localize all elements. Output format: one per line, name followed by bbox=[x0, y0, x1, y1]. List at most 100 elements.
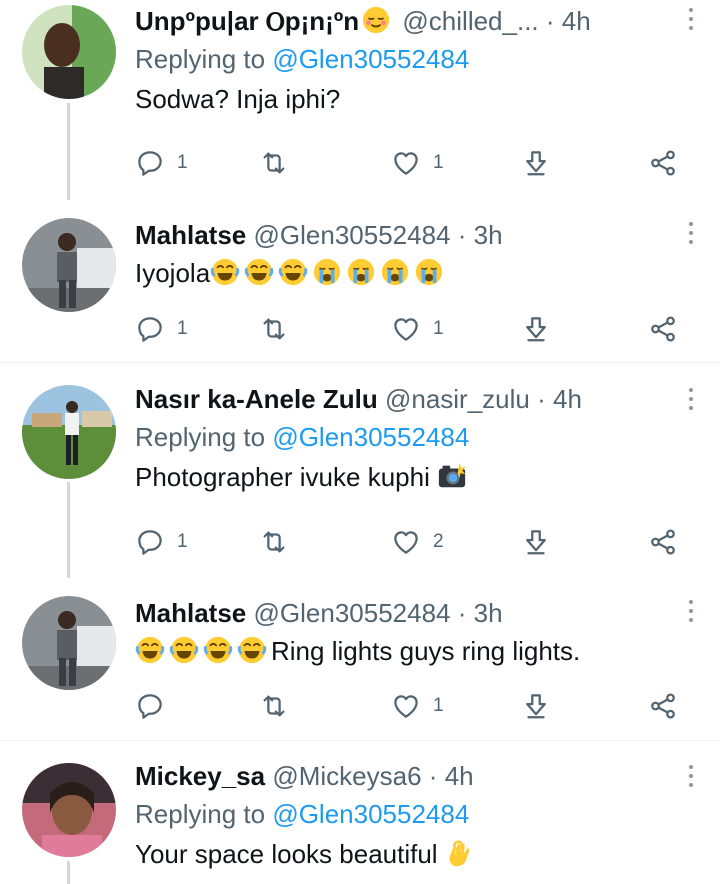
tweet[interactable]: Mickey_sa @Mickeysa6 · 4h Replying to @G… bbox=[0, 741, 720, 884]
avatar[interactable] bbox=[22, 5, 116, 99]
replying-to: Replying to @Glen30552484 bbox=[135, 42, 680, 76]
retweet-icon bbox=[259, 527, 289, 557]
reply-icon bbox=[135, 148, 165, 178]
download-icon bbox=[521, 691, 551, 721]
replying-to: Replying to @Glen30552484 bbox=[135, 420, 680, 454]
separator: · bbox=[457, 220, 467, 250]
joy-emoji bbox=[237, 635, 267, 665]
timestamp[interactable]: 4h bbox=[562, 6, 591, 36]
retweet-button[interactable] bbox=[259, 309, 289, 349]
more-icon[interactable] bbox=[688, 765, 694, 793]
separator: · bbox=[428, 761, 438, 791]
like-button[interactable]: 1 bbox=[391, 309, 444, 349]
mention-link[interactable]: @Glen30552484 bbox=[272, 44, 469, 74]
download-button[interactable] bbox=[521, 522, 551, 562]
more-icon[interactable] bbox=[688, 8, 694, 36]
like-icon bbox=[391, 691, 421, 721]
tweet-text-row: Photographer ivuke kuphi bbox=[135, 460, 680, 494]
download-button[interactable] bbox=[521, 143, 551, 183]
avatar[interactable] bbox=[22, 596, 116, 690]
tweet-text-row: Ring lights guys ring lights. bbox=[135, 634, 680, 668]
retweet-icon bbox=[259, 691, 289, 721]
user-handle[interactable]: @Glen30552484 bbox=[254, 220, 451, 250]
share-button[interactable] bbox=[648, 686, 678, 726]
tweet-text: Sodwa? Inja iphi? bbox=[135, 84, 341, 114]
like-count: 1 bbox=[433, 318, 444, 339]
camera-flash-emoji bbox=[437, 461, 467, 491]
tweet[interactable]: Unpºpu|ar Ⲟp¡n¡ºn @chilled_... · 4h Repl… bbox=[0, 0, 720, 200]
joy-emoji bbox=[278, 257, 308, 287]
more-icon[interactable] bbox=[688, 222, 694, 250]
joy-emoji bbox=[169, 635, 199, 665]
tweet-text: Ring lights guys ring lights. bbox=[271, 636, 581, 666]
like-button[interactable]: 2 bbox=[391, 522, 444, 562]
download-button[interactable] bbox=[521, 309, 551, 349]
retweet-icon bbox=[259, 314, 289, 344]
joy-emoji bbox=[203, 635, 233, 665]
timestamp[interactable]: 4h bbox=[445, 761, 474, 791]
retweet-button[interactable] bbox=[259, 143, 289, 183]
like-icon bbox=[391, 314, 421, 344]
sob-emoji bbox=[312, 257, 342, 287]
like-icon bbox=[391, 148, 421, 178]
share-icon bbox=[648, 527, 678, 557]
share-button[interactable] bbox=[648, 143, 678, 183]
retweet-button[interactable] bbox=[259, 686, 289, 726]
share-icon bbox=[648, 691, 678, 721]
avatar[interactable] bbox=[22, 218, 116, 312]
more-icon[interactable] bbox=[688, 600, 694, 628]
like-count: 2 bbox=[433, 531, 444, 552]
tweet-text-row: Your space looks beautiful bbox=[135, 837, 680, 871]
user-handle[interactable]: @chilled_... bbox=[402, 6, 538, 36]
joy-emoji bbox=[135, 635, 165, 665]
sob-emoji bbox=[380, 257, 410, 287]
display-name[interactable]: Mahlatse bbox=[135, 598, 246, 628]
replying-to: Replying to @Glen30552484 bbox=[135, 797, 680, 831]
share-button[interactable] bbox=[648, 522, 678, 562]
retweet-button[interactable] bbox=[259, 522, 289, 562]
relieved-face-emoji bbox=[361, 5, 391, 35]
replying-prefix: Replying to bbox=[135, 799, 273, 829]
joy-emoji bbox=[244, 257, 274, 287]
user-handle[interactable]: @Glen30552484 bbox=[254, 598, 451, 628]
tweet-text: Iyojola bbox=[135, 258, 211, 288]
share-button[interactable] bbox=[648, 309, 678, 349]
user-handle[interactable]: @nasir_zulu bbox=[385, 384, 530, 414]
tweet-text: Your space looks beautiful bbox=[135, 839, 445, 869]
thread-line bbox=[67, 482, 70, 578]
reply-button[interactable]: 1 bbox=[135, 522, 188, 562]
display-name[interactable]: Nasır ka-Anele Zulu bbox=[135, 384, 378, 414]
reply-icon bbox=[135, 314, 165, 344]
retweet-icon bbox=[259, 148, 289, 178]
reply-button[interactable]: 1 bbox=[135, 309, 188, 349]
like-button[interactable]: 1 bbox=[391, 686, 444, 726]
ok-hand-emoji bbox=[445, 838, 475, 868]
reply-count: 1 bbox=[177, 531, 188, 552]
display-name[interactable]: Mickey_sa bbox=[135, 761, 265, 791]
mention-link[interactable]: @Glen30552484 bbox=[272, 799, 469, 829]
download-button[interactable] bbox=[521, 686, 551, 726]
separator: · bbox=[537, 384, 546, 414]
mention-link[interactable]: @Glen30552484 bbox=[272, 422, 469, 452]
separator: · bbox=[457, 598, 467, 628]
user-handle[interactable]: @Mickeysa6 bbox=[272, 761, 421, 791]
display-name[interactable]: Unpºpu|ar Ⲟp¡n¡ºn bbox=[135, 6, 359, 36]
timestamp[interactable]: 4h bbox=[553, 384, 582, 414]
avatar[interactable] bbox=[22, 763, 116, 857]
reply-button[interactable] bbox=[135, 686, 165, 726]
timestamp[interactable]: 3h bbox=[474, 220, 503, 250]
like-button[interactable]: 1 bbox=[391, 143, 444, 183]
reply-count: 1 bbox=[177, 152, 188, 173]
timestamp[interactable]: 3h bbox=[474, 598, 503, 628]
download-icon bbox=[521, 527, 551, 557]
reply-count: 1 bbox=[177, 318, 188, 339]
more-icon[interactable] bbox=[688, 388, 694, 416]
display-name[interactable]: Mahlatse bbox=[135, 220, 246, 250]
tweet[interactable]: Nasır ka-Anele Zulu @nasir_zulu · 4h Rep… bbox=[0, 363, 720, 578]
joy-emoji bbox=[210, 257, 240, 287]
tweet[interactable]: Mahlatse @Glen30552484 · 3h Ring lights … bbox=[0, 578, 720, 740]
tweet[interactable]: Mahlatse @Glen30552484 · 3h Iyojola 1 1 bbox=[0, 200, 720, 362]
avatar[interactable] bbox=[22, 385, 116, 479]
reply-button[interactable]: 1 bbox=[135, 143, 188, 183]
share-icon bbox=[648, 314, 678, 344]
